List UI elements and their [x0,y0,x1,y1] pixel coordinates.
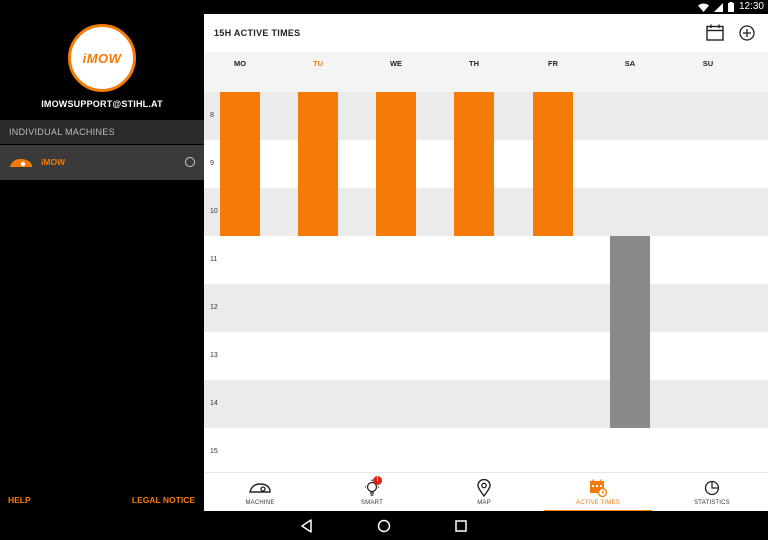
hour-label: 12 [210,304,218,311]
hour-label: 14 [210,400,218,407]
day-label-sa: SA [624,59,636,68]
hour-label: 9 [210,160,214,167]
add-icon[interactable] [739,25,755,41]
hour-label: 13 [210,352,218,359]
time-block-we[interactable] [376,92,416,236]
time-block-mo[interactable] [220,92,260,236]
nav-item-statistics[interactable]: STATISTICS [656,473,768,512]
nav-label: SMART [361,500,383,506]
mower-icon [249,483,271,493]
time-block-fr[interactable] [533,92,573,236]
status-icons: 12:30 [697,1,764,13]
day-label-tu: TU [313,59,323,68]
section-header-individual-machines: INDIVIDUAL MACHINES [0,120,204,144]
toolbar: 15H ACTIVE TIMES [204,14,768,52]
hour-row-15: 15 [204,428,768,472]
hour-label: 10 [210,208,218,215]
screen: 12:30 iMOW IMOWSUPPORT@STIHL.AT INDIVIDU… [0,0,768,540]
nav-label: MACHINE [245,500,275,506]
day-label-we: WE [389,59,403,68]
nav-label: STATISTICS [694,500,730,506]
hour-row-11: 11 [204,236,768,284]
hour-row-12: 12 [204,284,768,332]
status-bar: 12:30 [0,0,768,14]
page-title: 15H ACTIVE TIMES [214,28,301,38]
time-block-th[interactable] [454,92,494,236]
nav-label: MAP [477,500,491,506]
calendar-icon[interactable] [706,24,724,41]
day-label-fr: FR [548,59,558,68]
mower-icon [10,159,32,167]
schedule-grid[interactable]: 8 9 10 11 12 13 14 15 [204,92,768,472]
battery-icon [727,2,734,12]
hour-row-13: 13 [204,332,768,380]
time-block-sa[interactable] [610,236,650,428]
logo-text: iMOW [82,50,122,66]
hour-label: 11 [210,256,218,263]
nav-item-active-times[interactable]: ACTIVE TIMES [542,473,654,512]
help-link[interactable]: HELP [8,495,31,505]
machine-list-item[interactable]: iMOW [0,145,204,180]
home-icon[interactable] [377,519,391,533]
nav-label: ACTIVE TIMES [576,500,620,506]
imow-logo: iMOW [68,24,136,92]
hour-label: 15 [210,448,218,455]
map-pin-icon [477,479,491,497]
bottom-navigation: MACHINE ! SMART MAP ACTIVE TIMES STATIST… [204,472,768,512]
calendar-clock-icon [590,479,607,497]
main-panel: 15H ACTIVE TIMES MO TU WE TH FR SA SU 8 9 10 11 12… [204,14,768,512]
day-label-th: TH [469,59,479,68]
time-block-tu[interactable] [298,92,338,236]
day-header-row: MO TU WE TH FR SA SU [204,52,768,92]
wifi-icon [697,3,709,12]
day-label-su: SU [702,59,714,68]
account-email: IMOWSUPPORT@STIHL.AT [41,99,163,109]
hour-row-14: 14 [204,380,768,428]
machine-name: iMOW [41,157,66,167]
machine-radio-button[interactable] [185,157,195,167]
hour-label: 8 [210,112,214,119]
nav-item-machine[interactable]: MACHINE [204,473,316,512]
legal-notice-link[interactable]: LEGAL NOTICE [132,495,195,505]
day-label-mo: MO [233,59,247,68]
nav-item-smart[interactable]: ! SMART [316,473,428,512]
navigation-drawer: iMOW IMOWSUPPORT@STIHL.AT INDIVIDUAL MAC… [0,14,204,511]
back-icon[interactable] [300,519,314,533]
signal-icon [713,2,723,12]
status-time: 12:30 [738,1,764,12]
recents-icon[interactable] [454,519,468,533]
nav-item-map[interactable]: MAP [428,473,540,512]
pie-chart-icon [704,480,720,496]
notification-badge: ! [373,476,382,485]
system-navigation-bar [0,511,768,540]
